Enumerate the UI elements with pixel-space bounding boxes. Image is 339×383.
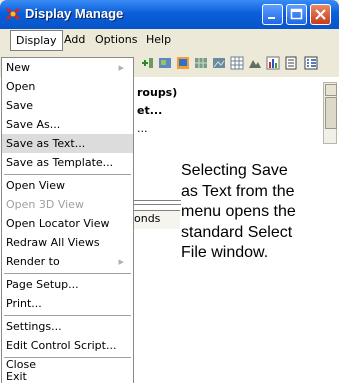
menu-item-save-as-template[interactable]: Save as Template... xyxy=(2,153,133,172)
caption-line: menu opens the xyxy=(181,203,296,220)
document-tool-icon[interactable] xyxy=(284,56,298,70)
menu-item-open[interactable]: Open xyxy=(2,77,133,96)
tree-text-groups: roups) xyxy=(137,86,178,99)
menu-bar: Display Add Options Help xyxy=(0,29,339,52)
menu-item-edit-control-script[interactable]: Edit Control Script... xyxy=(2,336,133,355)
grid-tool-icon[interactable] xyxy=(194,56,208,70)
submenu-arrow-icon: ▸ xyxy=(118,255,124,268)
caption-line: standard Select xyxy=(181,223,293,241)
menu-add[interactable]: Add xyxy=(64,33,85,46)
chart-tool-icon[interactable] xyxy=(266,56,280,70)
menu-help[interactable]: Help xyxy=(146,33,171,46)
terrain-tool-icon[interactable] xyxy=(248,56,262,70)
minimize-button[interactable] xyxy=(262,4,283,25)
menu-item-redraw-all-views[interactable]: Redraw All Views xyxy=(2,233,133,252)
app-icon xyxy=(6,8,20,20)
menu-item-save[interactable]: Save xyxy=(2,96,133,115)
menu-item-exit[interactable]: Exit xyxy=(2,371,133,383)
menu-item-open-view[interactable]: Open View xyxy=(2,176,133,195)
maximize-button[interactable] xyxy=(286,4,307,25)
vertical-scrollbar[interactable] xyxy=(323,82,337,144)
table-tool-icon[interactable] xyxy=(230,56,244,70)
add-tool-icon[interactable] xyxy=(140,56,154,70)
caption-line: as Text from the xyxy=(181,182,295,200)
menu-separator xyxy=(4,174,131,175)
caption-callout: Selecting Save as Text from the menu ope… xyxy=(181,161,337,264)
image-tool-icon[interactable] xyxy=(212,56,226,70)
menu-item-page-setup[interactable]: Page Setup... xyxy=(2,275,133,294)
menu-options[interactable]: Options xyxy=(95,33,137,46)
tree-text-set: et... xyxy=(137,104,163,117)
list-tool-icon[interactable] xyxy=(304,56,318,70)
menu-separator xyxy=(4,315,131,316)
scroll-up-arrow-icon[interactable] xyxy=(325,84,337,96)
tab-seconds[interactable]: onds xyxy=(134,212,160,225)
close-button[interactable] xyxy=(310,4,331,25)
shape-tool-icon[interactable] xyxy=(176,56,190,70)
window-title: Display Manage xyxy=(25,6,124,21)
layers-tool-icon[interactable] xyxy=(158,56,172,70)
menu-item-open-locator-view[interactable]: Open Locator View xyxy=(2,214,133,233)
menu-display[interactable]: Display xyxy=(10,30,63,51)
menu-separator xyxy=(4,273,131,274)
menu-item-settings[interactable]: Settings... xyxy=(2,317,133,336)
scroll-thumb[interactable] xyxy=(325,97,337,129)
panel-divider xyxy=(134,200,182,201)
caption-line: Selecting Save xyxy=(181,162,288,179)
menu-item-save-as[interactable]: Save As... xyxy=(2,115,133,134)
menu-item-open-3d-view[interactable]: Open 3D View xyxy=(2,195,133,214)
menu-item-save-as-text[interactable]: Save as Text... xyxy=(2,134,133,153)
panel-divider-2 xyxy=(134,204,182,205)
submenu-arrow-icon: ▸ xyxy=(118,61,124,74)
display-dropdown-menu: New ▸ Open Save Save As... Save as Text..… xyxy=(1,57,134,383)
caption-line: File window. xyxy=(181,244,269,261)
title-bar[interactable]: Display Manage xyxy=(0,0,339,29)
menu-item-print[interactable]: Print... xyxy=(2,294,133,313)
menu-item-render-to[interactable]: Render to ▸ xyxy=(2,252,133,271)
display-manager-window: Display Manage Display Add Options Help … xyxy=(0,0,339,383)
menu-item-new[interactable]: New ▸ xyxy=(2,58,133,77)
tree-text-more: ... xyxy=(137,122,148,135)
